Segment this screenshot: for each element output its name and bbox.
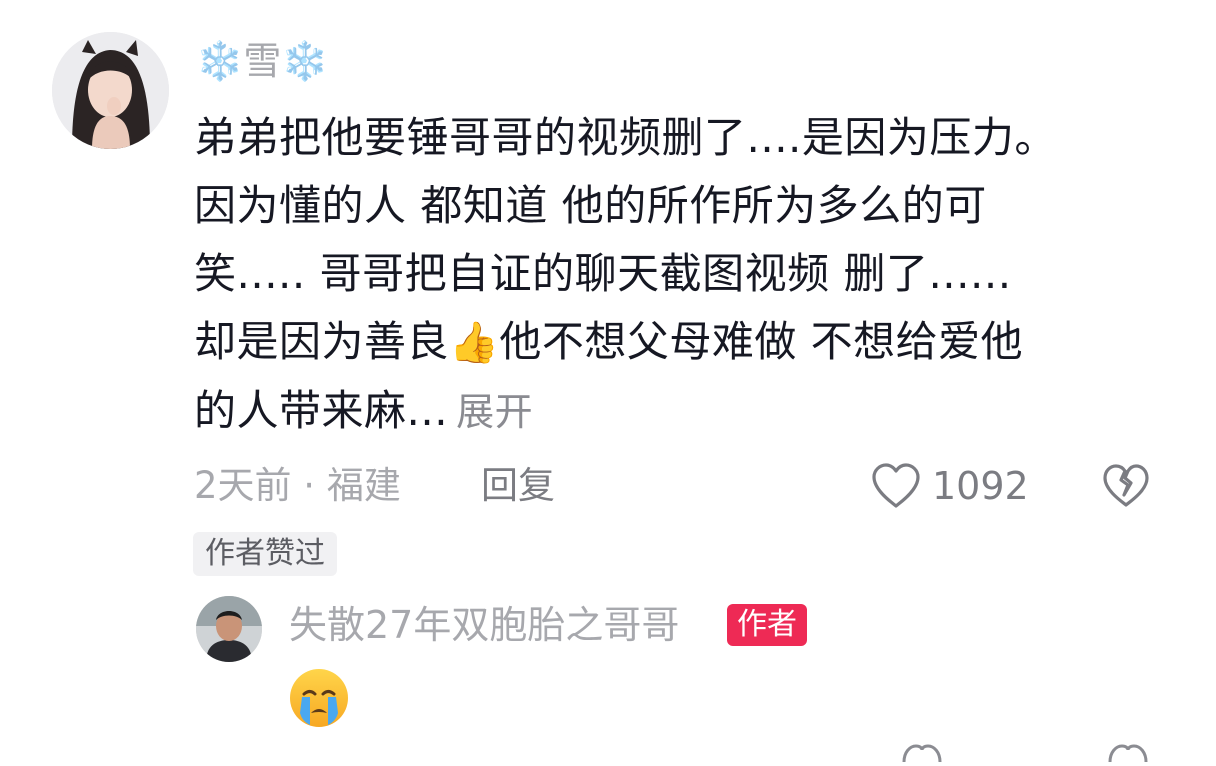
crying-face-icon	[288, 667, 350, 729]
comment-line-part: 的人带来麻...	[194, 386, 449, 435]
reply-button[interactable]: 回复	[481, 460, 555, 512]
comment-line: 却是因为善良👍他不想父母难做 不想给爱他	[194, 308, 1194, 377]
comment-line: 弟弟把他要锤哥哥的视频删了....是因为压力。	[194, 113, 1057, 162]
commenter-avatar[interactable]	[52, 32, 169, 149]
avatar-image	[196, 596, 262, 662]
comment-body: 弟弟把他要锤哥哥的视频删了....是因为压力。 因为懂的人 都知道 他的所作所为…	[194, 104, 1194, 446]
replier-avatar[interactable]	[196, 596, 262, 662]
heart-outline-icon[interactable]	[900, 742, 944, 763]
comment-line: 的人带来麻... 展开	[194, 377, 1194, 446]
replier-username[interactable]: 失散27年双胞胎之哥哥	[289, 600, 679, 650]
expand-button[interactable]: 展开	[456, 390, 533, 434]
avatar-image	[52, 32, 169, 149]
like-count: 1092	[932, 464, 1029, 508]
like-button[interactable]: 1092	[870, 460, 1029, 512]
broken-heart-icon[interactable]	[1106, 742, 1150, 763]
heart-outline-icon	[872, 463, 920, 508]
thumbs-up-icon: 👍	[449, 320, 500, 366]
commenter-username[interactable]: ❄️雪❄️	[196, 38, 329, 84]
comment-meta: 2天前 · 福建	[194, 464, 401, 507]
broken-heart-icon	[1103, 464, 1149, 507]
username-text: 雪	[243, 39, 282, 83]
snowflake-icon: ❄️	[196, 39, 244, 83]
comment-line-part: 却是因为善良	[194, 317, 450, 366]
comment-line: 笑..... 哥哥把自证的聊天截图视频 删了......	[194, 249, 1012, 298]
author-badge: 作者	[727, 604, 807, 646]
author-liked-tag: 作者赞过	[193, 532, 337, 576]
comment-line: 因为懂的人 都知道 他的所作所为多么的可	[194, 181, 987, 230]
dislike-button[interactable]	[1100, 460, 1152, 512]
comment-line-part: 他不想父母难做 不想给爱他	[499, 317, 1024, 366]
snowflake-icon: ❄️	[281, 39, 329, 83]
